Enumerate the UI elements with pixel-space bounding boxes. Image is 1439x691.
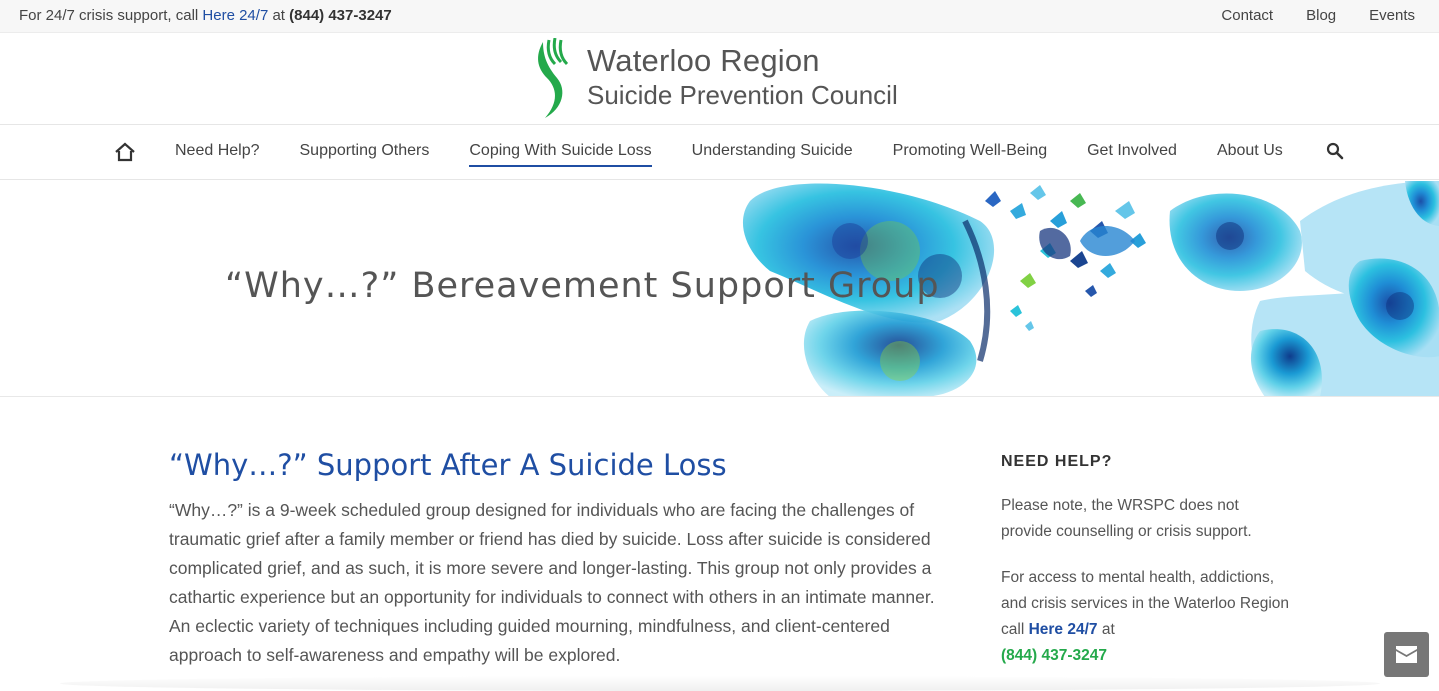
main-navigation: Need Help? Supporting Others Coping With… — [0, 124, 1439, 180]
contact-link[interactable]: Contact — [1221, 7, 1273, 24]
section-body: “Why…?” is a 9-week scheduled group desi… — [169, 500, 935, 665]
nav-item-coping-with-suicide-loss[interactable]: Coping With Suicide Loss — [469, 142, 652, 167]
crisis-phone[interactable]: (844) 437-3247 — [289, 7, 392, 24]
hero-banner: “Why…?” Bereavement Support Group — [0, 181, 1439, 397]
site-logo[interactable]: Waterloo Region Suicide Prevention Counc… — [533, 38, 913, 122]
crisis-prefix: For 24/7 crisis support, call — [19, 7, 203, 24]
blog-link[interactable]: Blog — [1306, 7, 1336, 24]
home-icon[interactable] — [114, 141, 136, 163]
sidebar-note: Please note, the WRSPC does not provide … — [1001, 497, 1252, 540]
nav-item-understanding-suicide[interactable]: Understanding Suicide — [692, 142, 853, 160]
mail-icon — [1396, 646, 1417, 663]
logo-line-2: Suicide Prevention Council — [587, 80, 898, 110]
events-link[interactable]: Events — [1369, 7, 1415, 24]
sidebar-access: For access to mental health, addictions,… — [1001, 565, 1291, 669]
search-icon[interactable] — [1326, 142, 1344, 160]
contact-float-button[interactable] — [1384, 632, 1429, 677]
nav-item-promoting-well-being[interactable]: Promoting Well-Being — [893, 142, 1047, 160]
sidebar-here-link[interactable]: Here 24/7 — [1029, 621, 1098, 638]
nav-item-about-us[interactable]: About Us — [1217, 142, 1283, 160]
main-content: “Why…?” Support After A Suicide Loss “Wh… — [169, 448, 959, 670]
sidebar-need-help: NEED HELP? Please note, the WRSPC does n… — [1001, 453, 1291, 689]
nav-item-get-involved[interactable]: Get Involved — [1087, 142, 1177, 160]
top-links: Contact Blog Events — [1221, 7, 1415, 24]
sidebar-heading: NEED HELP? — [1001, 453, 1113, 470]
crisis-topbar: For 24/7 crisis support, call Here 24/7 … — [0, 0, 1439, 33]
nav-item-supporting-others[interactable]: Supporting Others — [300, 142, 430, 160]
nav-item-need-help[interactable]: Need Help? — [175, 142, 260, 160]
crisis-mid: at — [268, 7, 290, 24]
logo-mark-icon — [538, 38, 569, 118]
section-heading: “Why…?” Support After A Suicide Loss — [169, 448, 727, 482]
sidebar-access-mid: at — [1097, 621, 1115, 638]
crisis-notice: For 24/7 crisis support, call Here 24/7 … — [19, 7, 392, 24]
crisis-link[interactable]: Here 24/7 — [202, 7, 268, 24]
nav-menu: Need Help? Supporting Others Coping With… — [175, 142, 1283, 167]
logo-line-1: Waterloo Region — [587, 43, 820, 78]
sidebar-phone[interactable]: (844) 437-3247 — [1001, 647, 1107, 664]
page-title: “Why…?” Bereavement Support Group — [225, 266, 940, 306]
bottom-shadow — [60, 676, 1380, 691]
